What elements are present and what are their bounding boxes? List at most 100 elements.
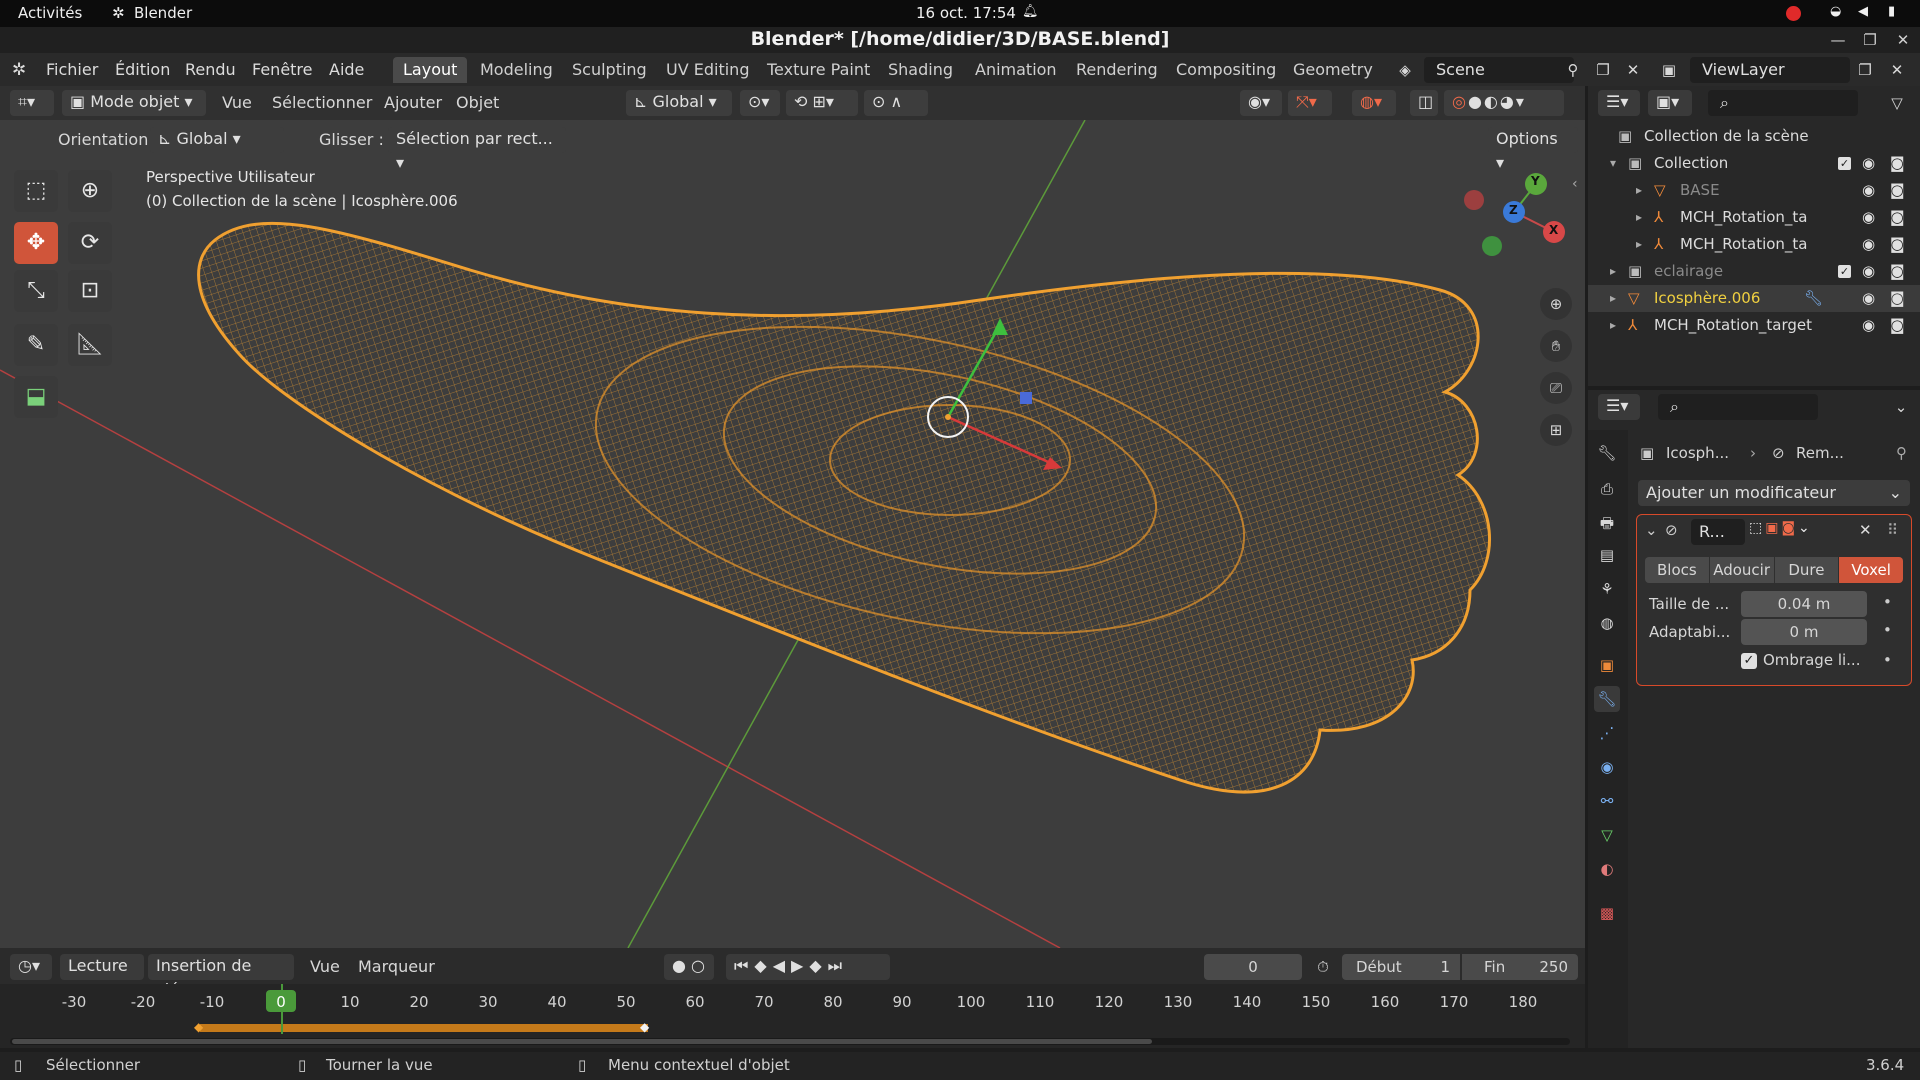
3d-viewport[interactable]: Perspective Utilisateur (0) Collection d… <box>0 120 1585 948</box>
perspective-grid-icon[interactable]: ⊞ <box>1540 414 1572 446</box>
new-scene-icon[interactable]: ❐ <box>1590 57 1616 83</box>
end-frame-field[interactable]: Fin 250 <box>1462 954 1578 980</box>
visibility-eye-icon[interactable]: ◉ <box>1862 204 1875 231</box>
outliner-editor-icon[interactable]: ☰▾ <box>1598 90 1640 116</box>
mode-voxel[interactable]: Voxel <box>1839 557 1903 583</box>
keying-dropdown[interactable]: Insertion de clés ▾ <box>148 954 294 999</box>
add-modifier-dropdown[interactable]: Ajouter un modificateur ⌄ <box>1638 480 1910 506</box>
pan-hand-icon[interactable]: ✋︎ <box>1540 330 1572 362</box>
drag-handle-icon[interactable]: ⠿ <box>1887 521 1898 539</box>
measure-tool-icon[interactable]: 📐︎ <box>68 324 112 366</box>
camera-icon[interactable]: ⎚ <box>1540 372 1572 404</box>
move-tool-icon[interactable]: ✥ <box>14 222 58 264</box>
menu-edit[interactable]: Édition <box>115 60 170 79</box>
render-camera-icon[interactable]: ◙ <box>1890 285 1905 312</box>
menu-window[interactable]: Fenêtre <box>252 60 313 79</box>
timeline-view-menu[interactable]: Vue <box>310 957 340 976</box>
physics-tab-icon[interactable]: ◉ <box>1594 754 1620 780</box>
visibility-eye-icon[interactable]: ◉ <box>1862 177 1875 204</box>
render-camera-icon[interactable]: ◙ <box>1890 177 1905 204</box>
properties-search[interactable]: ⌕ <box>1658 394 1818 420</box>
menu-select[interactable]: Sélectionner <box>272 93 372 112</box>
activities-button[interactable]: Activités <box>18 4 82 22</box>
jump-start-icon[interactable]: ⏮ <box>734 956 754 975</box>
disclosure-triangle-icon[interactable]: ▸ <box>1610 312 1616 339</box>
outliner-item[interactable]: ▸ ▽ Icosphère.006 ◉ ◙ 🔧︎ <box>1588 285 1920 312</box>
disclosure-triangle-icon[interactable]: ▸ <box>1636 231 1642 258</box>
prev-key-icon[interactable]: ◆ <box>754 956 772 975</box>
wireframe-shading-icon[interactable]: ◎ <box>1452 92 1468 111</box>
disclosure-triangle-icon[interactable]: ▸ <box>1610 258 1616 285</box>
visibility-eye-icon[interactable]: ◉ <box>1862 150 1875 177</box>
outliner-item[interactable]: ▸ ⅄ MCH_Rotation_target ◉ ◙ <box>1588 312 1920 339</box>
tab-geometry-nodes[interactable]: Geometry N <box>1283 57 1375 83</box>
visibility-eye-icon[interactable]: ◉ <box>1862 231 1875 258</box>
keyframe-dot-icon[interactable]: • <box>1883 621 1892 639</box>
outliner-item[interactable]: ▸ ⅄ MCH_Rotation_ta ◉ ◙ <box>1588 204 1920 231</box>
shading-modes[interactable]: ◎●◐◕▾ <box>1444 90 1564 116</box>
blender-logo-icon[interactable]: ✲ <box>12 60 26 80</box>
render-camera-icon[interactable]: ◙ <box>1890 258 1905 285</box>
render-camera-icon[interactable]: ◙ <box>1890 204 1905 231</box>
editor-type-icon[interactable]: ⌗▾ <box>10 90 54 116</box>
tab-shading[interactable]: Shading <box>878 57 963 83</box>
annotate-tool-icon[interactable]: ✎ <box>14 324 58 366</box>
outliner-item[interactable]: ▸ ⅄ MCH_Rotation_ta ◉ ◙ <box>1588 231 1920 258</box>
remove-modifier-icon[interactable]: ✕ <box>1859 521 1872 539</box>
viewlayer-selector[interactable]: ViewLayer <box>1690 57 1850 83</box>
select-box-tool-icon[interactable]: ⬚ <box>14 170 58 212</box>
tool-tab-icon[interactable]: 🔧︎ <box>1594 440 1620 466</box>
play-icon[interactable]: ▶ <box>791 956 809 975</box>
drag-dropdown[interactable]: Sélection par rect... ▾ <box>388 127 566 172</box>
disclosure-triangle-icon[interactable]: ▸ <box>1610 285 1616 312</box>
modifier-name-field[interactable]: R... <box>1691 519 1745 545</box>
menu-view[interactable]: Vue <box>222 93 252 112</box>
keyframe-diamond-icon[interactable]: ◆ <box>194 1020 203 1034</box>
viewlayer-icon[interactable]: ▣ <box>1656 57 1682 83</box>
visibility-icon[interactable]: ◉▾ <box>1240 90 1282 116</box>
cursor-tool-icon[interactable]: ⊕ <box>68 170 112 212</box>
breadcrumb-object[interactable]: Icosph... <box>1666 444 1729 462</box>
snap-icon[interactable]: ⟲ ⊞▾ <box>786 90 858 116</box>
marker-menu[interactable]: Marqueur <box>358 957 435 976</box>
tab-uv-editing[interactable]: UV Editing <box>656 57 759 83</box>
tab-compositing[interactable]: Compositing <box>1166 57 1286 83</box>
gizmo-icon[interactable]: ⤧▾ <box>1288 90 1332 116</box>
exclude-checkbox[interactable]: ✓ <box>1838 265 1851 278</box>
outliner-item[interactable]: ▾ ▣ Collection ◉ ◙ ✓ <box>1588 150 1920 177</box>
zoom-icon[interactable]: ⊕ <box>1540 288 1572 320</box>
menu-add[interactable]: Ajouter <box>384 93 442 112</box>
clock[interactable]: 16 oct. 17:54 <box>916 4 1016 22</box>
pin-properties-icon[interactable]: ⚲ <box>1896 444 1907 462</box>
new-viewlayer-icon[interactable]: ❐ <box>1852 57 1878 83</box>
scrollbar-thumb[interactable] <box>12 1039 1152 1044</box>
playback-dropdown[interactable]: Lecture ▾ <box>60 954 144 999</box>
menu-help[interactable]: Aide <box>329 60 364 79</box>
disclosure-triangle-icon[interactable]: ▾ <box>1610 150 1616 177</box>
outliner-item[interactable]: ▸ ▣ eclairage ◉ ◙ ✓ <box>1588 258 1920 285</box>
material-tab-icon[interactable]: ◐ <box>1594 856 1620 882</box>
properties-editor-icon[interactable]: ☰▾ <box>1598 394 1640 420</box>
xray-icon[interactable]: ◫ <box>1410 90 1438 116</box>
tab-layout[interactable]: Layout <box>393 57 468 83</box>
proportional-edit-icon[interactable]: ⊙ ∧ <box>864 90 928 116</box>
tab-texture-paint[interactable]: Texture Paint <box>757 57 880 83</box>
outliner-root[interactable]: ▣ Collection de la scène <box>1588 123 1920 150</box>
scale-tool-icon[interactable]: ⤡ <box>14 270 58 312</box>
mode-smooth[interactable]: Adoucir <box>1709 557 1774 583</box>
next-key-icon[interactable]: ◆ <box>809 956 827 975</box>
tab-animation[interactable]: Animation <box>965 57 1067 83</box>
timeline-scrollbar[interactable] <box>10 1038 1570 1045</box>
texture-tab-icon[interactable]: ▩ <box>1594 900 1620 926</box>
visibility-eye-icon[interactable]: ◉ <box>1862 258 1875 285</box>
modifier-wrench-icon[interactable]: 🔧︎ <box>1804 285 1823 312</box>
maximize-icon[interactable]: ❐ <box>1860 30 1880 50</box>
play-reverse-icon[interactable]: ◀ <box>773 956 791 975</box>
disclosure-triangle-icon[interactable]: ▸ <box>1636 204 1642 231</box>
scene-tab-icon[interactable]: ⚘ <box>1594 576 1620 602</box>
transform-orientation-dropdown[interactable]: ⊾ Global ▾ <box>626 90 732 116</box>
delete-scene-icon[interactable]: ✕ <box>1620 57 1646 83</box>
mode-sharp[interactable]: Dure <box>1774 557 1839 583</box>
world-tab-icon[interactable]: ◍ <box>1594 610 1620 636</box>
data-tab-icon[interactable]: ▽ <box>1594 822 1620 848</box>
